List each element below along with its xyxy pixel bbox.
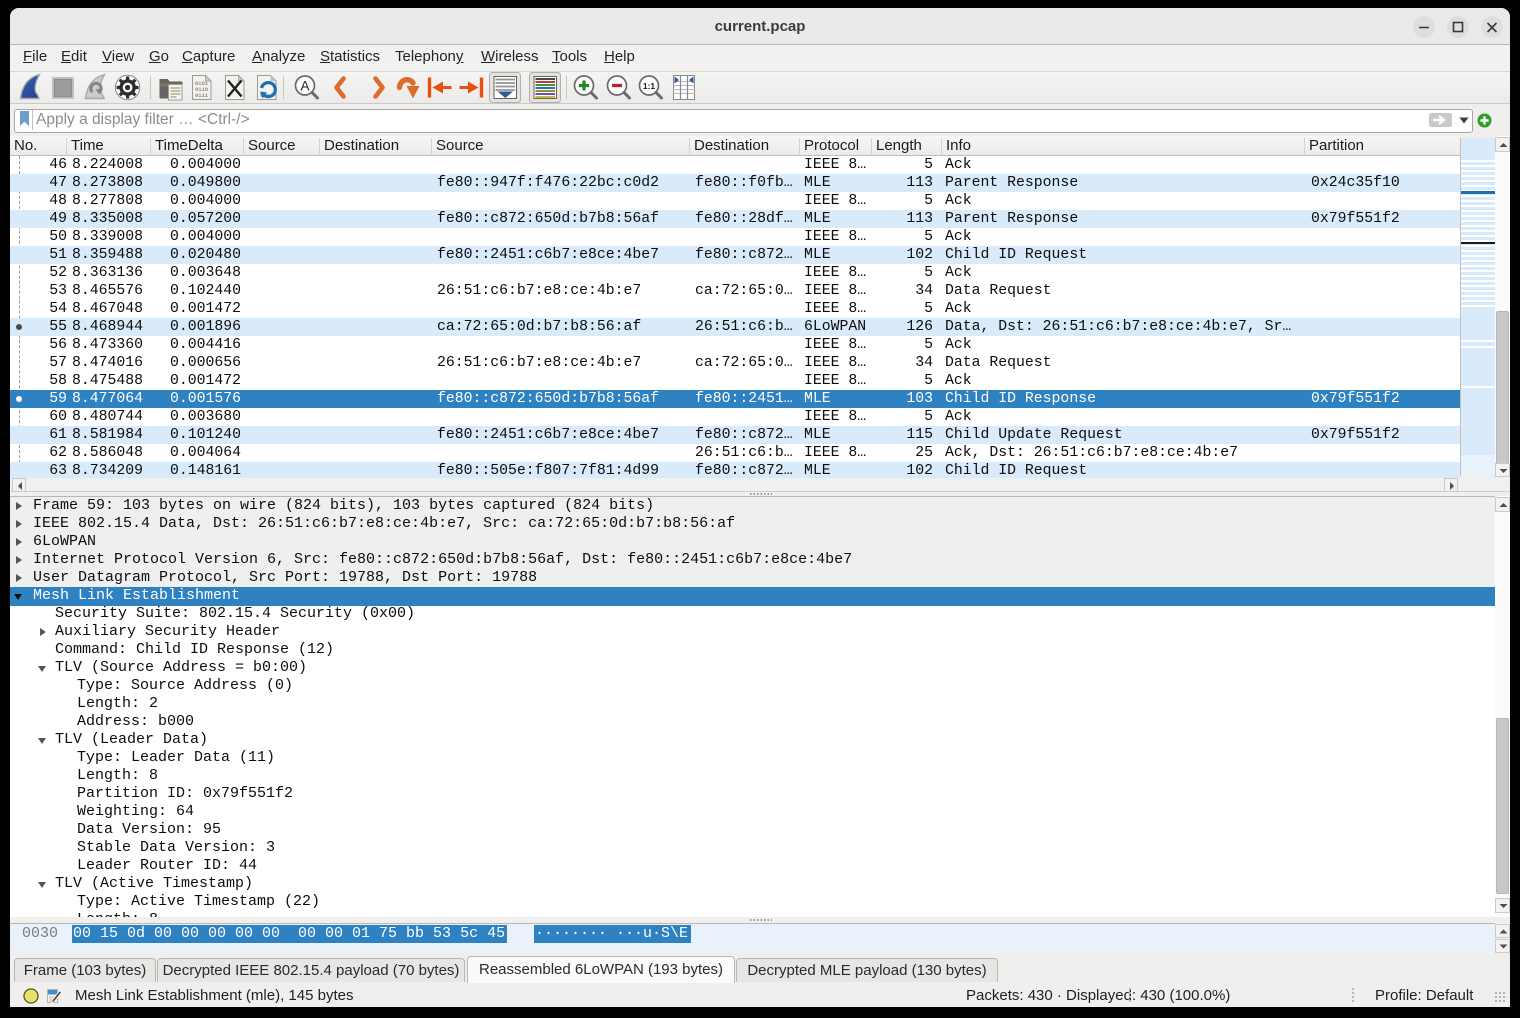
svg-text:0111: 0111 — [195, 92, 209, 99]
svg-text:1:1: 1:1 — [643, 81, 656, 91]
svg-text:A: A — [300, 79, 309, 94]
